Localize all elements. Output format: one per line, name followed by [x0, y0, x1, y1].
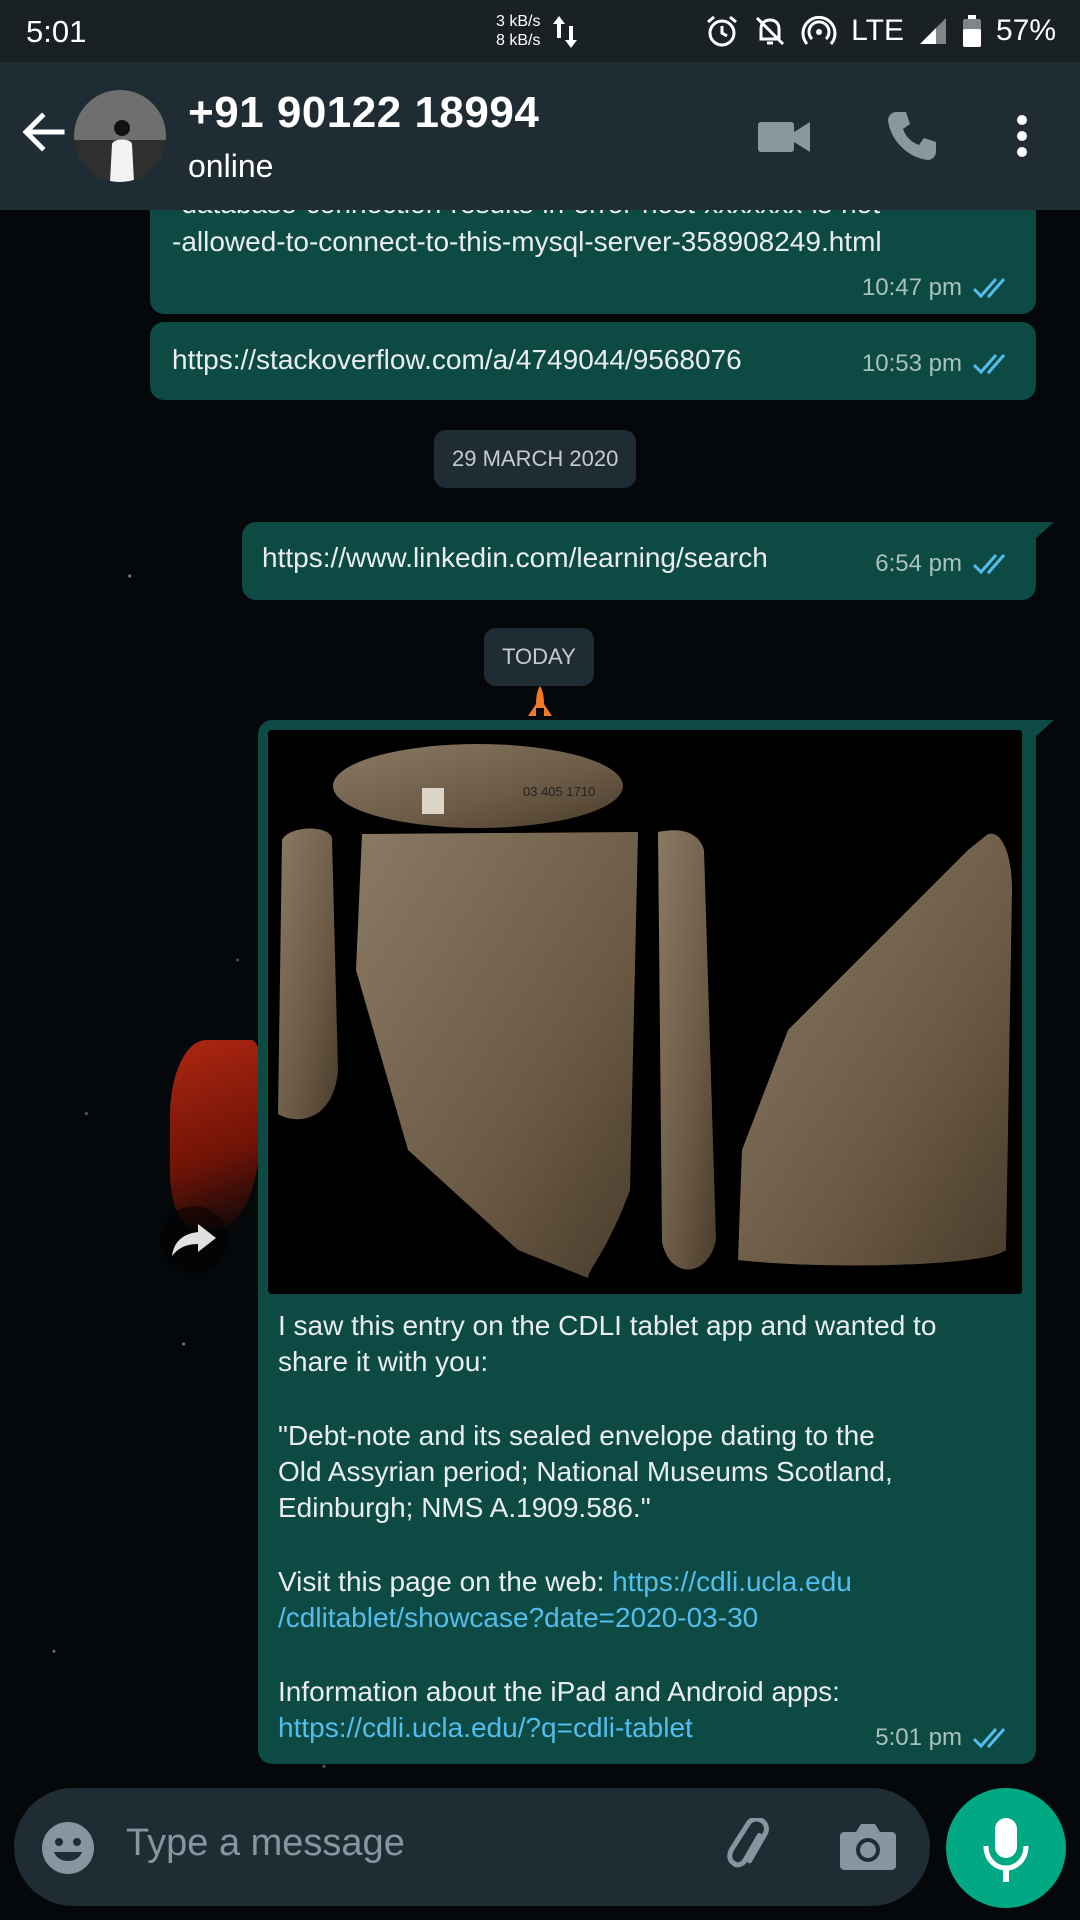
message-text-line: Edinburgh; NMS A.1909.586." — [278, 1492, 651, 1523]
message-text-line: Old Assyrian period; National Museums Sc… — [278, 1456, 893, 1487]
message-time: 10:47 pm — [861, 274, 962, 301]
network-speed: 3 kB/s 8 kB/s — [496, 12, 540, 50]
network-type: LTE — [851, 14, 904, 47]
message-text-line: "Debt-note and its sealed envelope datin… — [278, 1420, 875, 1451]
message-meta: 10:47 pm — [862, 274, 1016, 302]
wallpaper-rocket — [528, 686, 552, 716]
attach-icon[interactable] — [722, 1818, 780, 1876]
battery-icon — [962, 15, 981, 47]
read-receipt-icon — [972, 278, 1006, 299]
wallpaper-red-streak — [170, 1040, 260, 1230]
message-link[interactable]: https://stackoverflow.com/a/4749044/9568… — [172, 342, 742, 378]
notifications-off-icon — [756, 16, 785, 46]
message-text-line: share it with you: — [278, 1346, 489, 1377]
status-icons: LTE 57% — [705, 12, 1056, 50]
bubble-tail — [1034, 522, 1054, 540]
message-bubble-outgoing[interactable]: -database-connection-results-in-error-ho… — [150, 188, 1036, 314]
forward-button[interactable] — [160, 1206, 228, 1274]
message-meta: 10:53 pm — [862, 350, 1016, 378]
message-time: 10:53 pm — [861, 350, 962, 377]
cdli-showcase-link-cont[interactable]: /cdlitablet/showcase?date=2020-03-30 — [278, 1600, 1018, 1636]
message-text-line: Information about the iPad and Android a… — [278, 1676, 840, 1707]
voice-record-button[interactable] — [946, 1788, 1066, 1908]
message-text-line: I saw this entry on the CDLI tablet app … — [278, 1310, 937, 1341]
alarm-icon — [707, 15, 738, 47]
contact-status: online — [188, 148, 274, 184]
avatar-person-icon — [74, 90, 166, 182]
avatar[interactable] — [74, 90, 166, 182]
forward-arrow-icon — [172, 1224, 216, 1256]
cuneiform-tablet-image: 03 405 1710 — [268, 730, 1022, 1294]
data-transfer-icon — [553, 16, 577, 48]
net-up-speed: 3 kB/s — [496, 13, 541, 30]
message-time: 5:01 pm — [875, 1724, 962, 1751]
tablet-label: 03 405 1710 — [523, 784, 595, 799]
date-divider: 29 MARCH 2020 — [434, 430, 637, 488]
emoji-icon[interactable] — [40, 1820, 96, 1876]
camera-icon[interactable] — [838, 1818, 898, 1874]
net-down-speed: 8 kB/s — [496, 32, 541, 49]
bubble-tail — [1034, 720, 1054, 738]
status-time: 5:01 — [26, 14, 87, 49]
read-receipt-icon — [972, 554, 1006, 575]
message-text-line: Visit this page on the web: https://cdli… — [278, 1564, 1018, 1600]
message-bubble-outgoing[interactable]: https://www.linkedin.com/learning/search… — [242, 522, 1036, 600]
message-meta: 5:01 pm — [875, 1724, 1016, 1752]
read-receipt-icon — [972, 1728, 1006, 1749]
microphone-icon — [983, 1818, 1029, 1882]
shared-message-body[interactable]: I saw this entry on the CDLI tablet app … — [278, 1308, 1018, 1746]
video-call-icon[interactable] — [754, 106, 814, 166]
read-receipt-icon — [972, 354, 1006, 375]
signal-icon — [919, 18, 946, 44]
message-link[interactable]: https://www.linkedin.com/learning/search — [262, 540, 768, 576]
battery-level: 57% — [995, 14, 1056, 47]
hotspot-icon — [801, 15, 837, 45]
shared-image-tablet[interactable]: 03 405 1710 — [268, 730, 1022, 1294]
message-time: 6:54 pm — [875, 550, 962, 577]
more-options-icon[interactable] — [1000, 106, 1044, 166]
back-arrow-icon[interactable] — [18, 106, 70, 158]
phone-call-icon[interactable] — [882, 106, 942, 166]
message-composer: Type a message — [14, 1788, 930, 1906]
message-bubble-outgoing[interactable]: https://stackoverflow.com/a/4749044/9568… — [150, 322, 1036, 400]
message-input[interactable]: Type a message — [126, 1822, 405, 1865]
message-meta: 6:54 pm — [875, 550, 1016, 578]
date-divider: TODAY — [484, 628, 594, 686]
chat-header-overlay: +91 90122 18994 online — [0, 62, 1080, 210]
status-bar: 5:01 3 kB/s 8 kB/s LTE 57% — [0, 0, 1080, 62]
cdli-showcase-link[interactable]: https://cdli.ucla.edu — [612, 1566, 852, 1597]
contact-name[interactable]: +91 90122 18994 — [188, 88, 539, 138]
message-text: Visit this page on the web: — [278, 1566, 613, 1597]
message-text-line[interactable]: -allowed-to-connect-to-this-mysql-server… — [172, 224, 882, 260]
